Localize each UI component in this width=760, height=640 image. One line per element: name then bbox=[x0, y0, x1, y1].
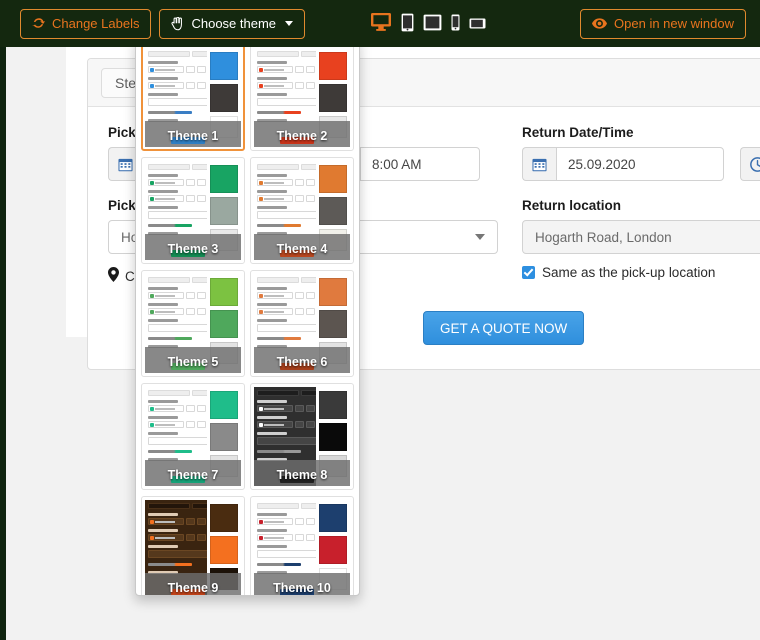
theme-swatch-primary bbox=[319, 391, 347, 419]
theme-option[interactable]: Theme 10 bbox=[250, 496, 354, 595]
refresh-icon bbox=[32, 17, 45, 30]
theme-swatch-secondary bbox=[319, 84, 347, 112]
theme-swatch-secondary bbox=[319, 536, 347, 564]
chevron-down-icon bbox=[285, 21, 294, 26]
theme-swatch-secondary bbox=[210, 84, 238, 112]
theme-swatch-primary bbox=[210, 52, 238, 80]
open-in-new-window-label: Open in new window bbox=[614, 16, 734, 31]
top-toolbar: Change Labels Choose theme Open in new w… bbox=[0, 0, 760, 47]
cursor-hand-icon bbox=[171, 16, 184, 31]
return-time-group[interactable]: 9:00 AM bbox=[740, 147, 760, 181]
open-in-new-window-button[interactable]: Open in new window bbox=[580, 8, 746, 39]
desktop-icon[interactable] bbox=[370, 12, 392, 37]
theme-thumbnail-footer bbox=[254, 460, 350, 486]
theme-thumbnail-footer bbox=[254, 121, 350, 147]
theme-mini-cta bbox=[171, 137, 205, 144]
return-location-label: Return location bbox=[522, 198, 622, 213]
theme-thumbnail-footer bbox=[145, 573, 241, 595]
theme-option[interactable]: Theme 6 bbox=[250, 270, 354, 377]
theme-mini-cta bbox=[280, 476, 314, 483]
theme-swatch-primary bbox=[210, 391, 238, 419]
mobile-portrait-icon[interactable] bbox=[451, 14, 460, 36]
return-date-group[interactable]: 25.09.2020 bbox=[522, 147, 724, 181]
theme-option[interactable]: Theme 7 bbox=[141, 383, 245, 490]
theme-thumbnail: Theme 10 bbox=[254, 500, 350, 595]
toolbar-right-group: Open in new window bbox=[580, 8, 746, 39]
theme-swatch-secondary bbox=[319, 310, 347, 338]
same-as-pickup-label: Same as the pick-up location bbox=[542, 265, 716, 280]
return-datetime-label: Return Date/Time bbox=[522, 125, 634, 140]
theme-thumbnail: Theme 9 bbox=[145, 500, 241, 595]
toolbar-left-group: Change Labels Choose theme bbox=[20, 8, 306, 39]
theme-mini-cta bbox=[280, 250, 314, 257]
theme-thumbnail: Theme 1 bbox=[145, 48, 241, 147]
choose-theme-label: Choose theme bbox=[191, 16, 277, 31]
return-datetime-row: 25.09.2020 9:00 AM bbox=[522, 147, 760, 181]
return-date-input[interactable]: 25.09.2020 bbox=[556, 147, 724, 181]
chevron-down-icon bbox=[475, 234, 485, 240]
theme-option[interactable]: Theme 5 bbox=[141, 270, 245, 377]
return-location-input[interactable]: Hogarth Road, London bbox=[522, 220, 760, 254]
tablet-portrait-icon[interactable] bbox=[401, 13, 414, 37]
theme-mini-cta bbox=[171, 363, 205, 370]
theme-thumbnail-footer bbox=[254, 234, 350, 260]
change-labels-label: Change Labels bbox=[52, 16, 140, 31]
theme-swatch-secondary bbox=[319, 423, 347, 451]
theme-thumbnail-footer bbox=[145, 460, 241, 486]
theme-thumbnail: Theme 2 bbox=[254, 48, 350, 147]
theme-mini-cta bbox=[280, 363, 314, 370]
theme-swatch-primary bbox=[319, 504, 347, 532]
theme-swatch-secondary bbox=[210, 423, 238, 451]
eye-icon bbox=[592, 18, 608, 29]
map-pin-icon bbox=[108, 267, 119, 285]
calendar-icon bbox=[522, 147, 556, 181]
theme-swatch-primary bbox=[319, 165, 347, 193]
theme-mini-cta bbox=[280, 589, 314, 595]
mobile-landscape-icon[interactable] bbox=[469, 16, 486, 34]
theme-option[interactable]: Theme 2 bbox=[250, 47, 354, 151]
theme-option[interactable]: Theme 1 bbox=[141, 47, 245, 151]
theme-swatch-primary bbox=[210, 504, 238, 532]
theme-mini-cta bbox=[280, 137, 314, 144]
choose-theme-button[interactable]: Choose theme bbox=[159, 8, 306, 39]
change-labels-button[interactable]: Change Labels bbox=[20, 8, 152, 39]
theme-option[interactable]: Theme 3 bbox=[141, 157, 245, 264]
theme-mini-cta bbox=[171, 250, 205, 257]
device-preview-switcher bbox=[370, 12, 486, 37]
theme-swatch-primary bbox=[319, 52, 347, 80]
theme-thumbnail: Theme 8 bbox=[254, 387, 350, 486]
theme-thumbnail-footer bbox=[254, 573, 350, 595]
theme-thumbnail-footer bbox=[145, 234, 241, 260]
theme-thumbnail: Theme 3 bbox=[145, 161, 241, 260]
theme-swatch-secondary bbox=[210, 536, 238, 564]
clock-icon bbox=[740, 147, 760, 181]
theme-swatch-secondary bbox=[210, 197, 238, 225]
get-a-quote-now-button[interactable]: GET A QUOTE NOW bbox=[423, 311, 585, 345]
theme-chooser-dropdown[interactable]: Theme 1 Theme 2 Theme 3 Theme 4 Theme 5 … bbox=[135, 47, 360, 596]
same-as-pickup-row[interactable]: Same as the pick-up location bbox=[522, 265, 760, 280]
theme-option[interactable]: Theme 4 bbox=[250, 157, 354, 264]
theme-swatch-primary bbox=[210, 165, 238, 193]
theme-swatch-secondary bbox=[319, 197, 347, 225]
theme-thumbnail: Theme 4 bbox=[254, 161, 350, 260]
theme-swatch-primary bbox=[319, 278, 347, 306]
theme-thumbnail-footer bbox=[254, 347, 350, 373]
theme-swatch-secondary bbox=[210, 310, 238, 338]
preview-canvas: Step 1 Pick-up Date/Time 25.09.2020 bbox=[6, 47, 760, 640]
theme-option[interactable]: Theme 9 bbox=[141, 496, 245, 595]
theme-option[interactable]: Theme 8 bbox=[250, 383, 354, 490]
theme-thumbnail: Theme 5 bbox=[145, 274, 241, 373]
pickup-time-input[interactable]: 8:00 AM bbox=[360, 147, 480, 181]
theme-thumbnail-footer bbox=[145, 347, 241, 373]
theme-thumbnail: Theme 6 bbox=[254, 274, 350, 373]
return-column: Return Date/Time 25.09.2020 Return locat… bbox=[522, 125, 760, 285]
theme-swatch-primary bbox=[210, 278, 238, 306]
tablet-landscape-icon[interactable] bbox=[423, 14, 442, 36]
theme-thumbnail-footer bbox=[145, 121, 241, 147]
theme-mini-cta bbox=[171, 476, 205, 483]
theme-mini-cta bbox=[171, 589, 205, 595]
theme-thumbnail: Theme 7 bbox=[145, 387, 241, 486]
same-as-pickup-checkbox[interactable] bbox=[522, 266, 535, 279]
